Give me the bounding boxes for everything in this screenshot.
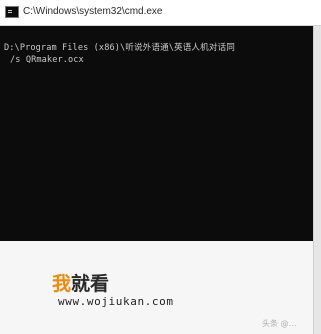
logo-text: 就看 bbox=[71, 273, 110, 295]
vertical-scrollbar[interactable] bbox=[313, 26, 321, 334]
title-bar[interactable]: C:\Windows\system32\cmd.exe bbox=[0, 0, 321, 26]
logo-accent: 我 bbox=[52, 273, 72, 295]
window-title: C:\Windows\system32\cmd.exe bbox=[23, 6, 163, 17]
console-line: /s QRmaker.ocx bbox=[10, 55, 84, 65]
cmd-icon bbox=[5, 6, 19, 18]
cmd-window: C:\Windows\system32\cmd.exe D:\Program F… bbox=[0, 0, 321, 334]
site-url: www.wojiukan.com bbox=[58, 295, 174, 308]
logo-mark: 我就看 bbox=[52, 269, 109, 296]
watermark-text: 头条 @… bbox=[262, 319, 297, 328]
console-line: D:\Program Files (x86)\听说外语通\英语人机对话同 bbox=[4, 43, 235, 53]
